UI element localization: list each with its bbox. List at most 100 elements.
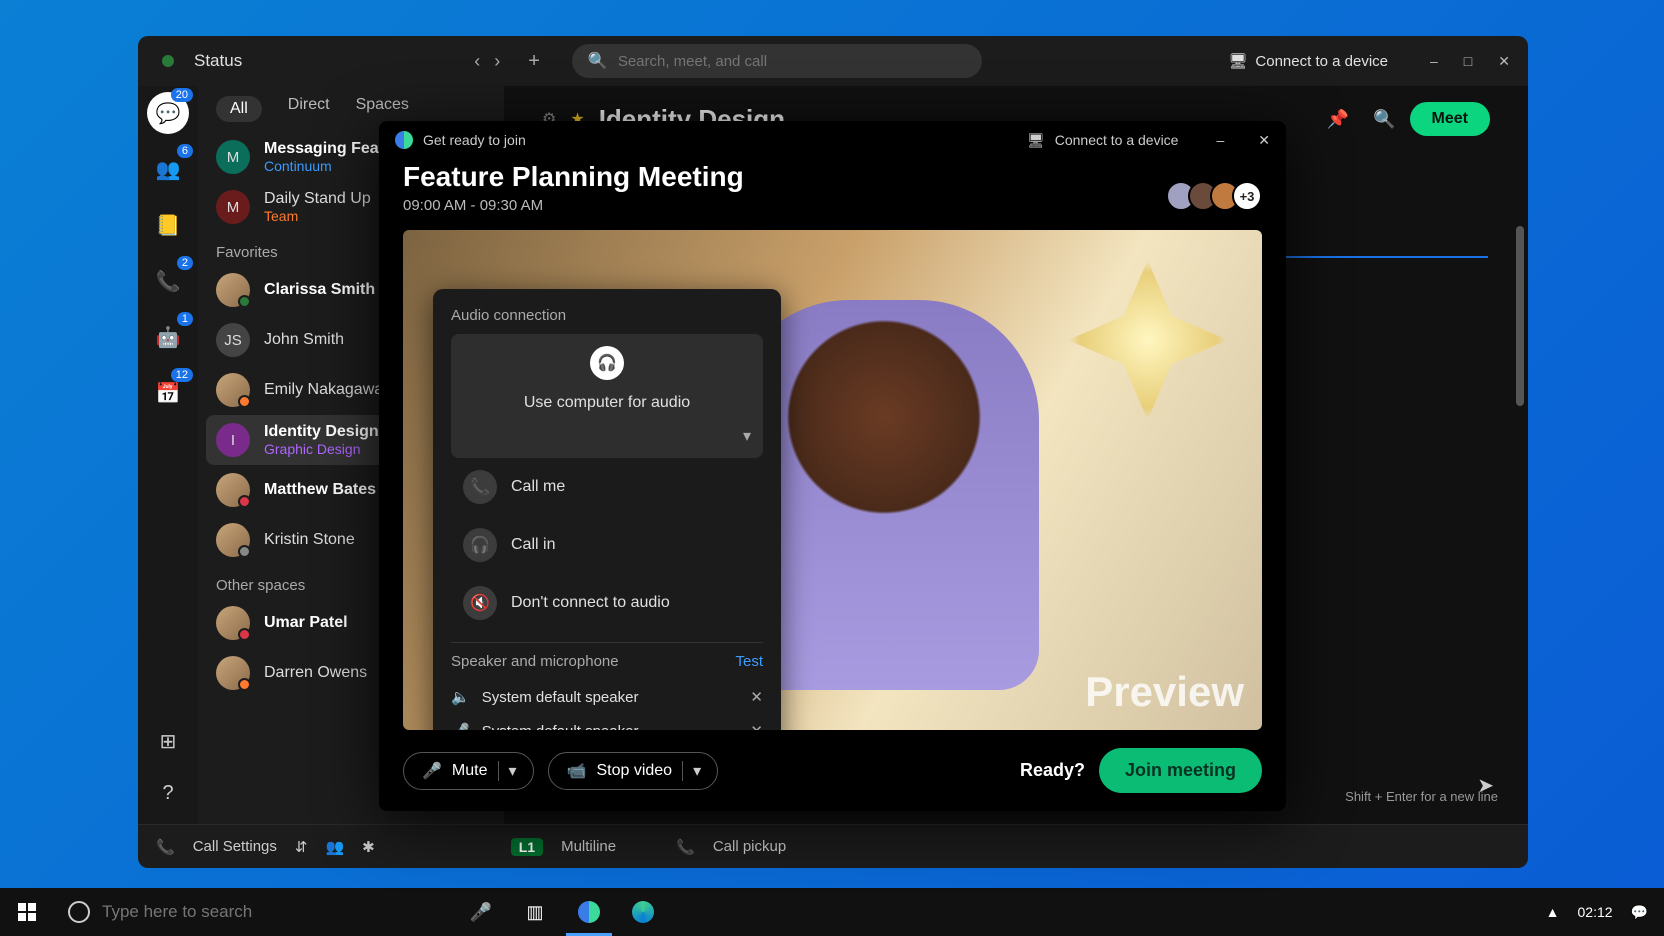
- speaker-row[interactable]: 🔈 System default speaker ✕: [451, 680, 763, 714]
- start-button[interactable]: [0, 903, 54, 921]
- chevron-up-icon[interactable]: ▲: [1546, 904, 1560, 920]
- avatar: JS: [216, 323, 250, 357]
- modal-controls-bar: 🎤 Mute ▾ 📹 Stop video ▾ Ready? Join meet…: [379, 730, 1286, 811]
- clock: 02:12: [1578, 904, 1613, 920]
- meet-button[interactable]: Meet: [1410, 102, 1490, 136]
- audio-option-computer[interactable]: 🎧 Use computer for audio ▾: [451, 334, 763, 458]
- notifications-icon[interactable]: 💬: [1631, 904, 1648, 921]
- calendar-icon: 📅: [156, 381, 181, 406]
- rail-calls[interactable]: 📞 2: [147, 260, 189, 302]
- close-icon[interactable]: ✕: [750, 722, 763, 730]
- stop-video-button[interactable]: 📹 Stop video ▾: [548, 752, 719, 790]
- taskbar-mic-icon[interactable]: 🎤: [454, 888, 508, 936]
- presence-dot: [238, 395, 251, 408]
- rail-apps[interactable]: ⊞: [147, 720, 189, 762]
- line-badge: L1: [511, 838, 543, 856]
- people-icon: 👥: [156, 157, 181, 182]
- bottom-bar: 📞 Call Settings ⇵ 👥 ✱ L1 Multiline 📞 Cal…: [138, 824, 1528, 868]
- item-title: Darren Owens: [264, 664, 367, 682]
- join-meeting-button[interactable]: Join meeting: [1099, 748, 1262, 793]
- item-title: Identity Design: [264, 423, 379, 441]
- scrollbar-thumb[interactable]: [1516, 226, 1524, 406]
- avatar-overflow: +3: [1232, 181, 1262, 211]
- action-icon[interactable]: 👥: [325, 838, 344, 856]
- pin-icon[interactable]: 📌: [1327, 109, 1349, 130]
- rail-messaging[interactable]: 💬 20: [147, 92, 189, 134]
- search-input[interactable]: [618, 53, 966, 70]
- multiline-button[interactable]: Multiline: [561, 838, 616, 855]
- rail-help[interactable]: ?: [147, 772, 189, 814]
- tab-all[interactable]: All: [216, 96, 262, 122]
- taskview-icon[interactable]: ▥: [508, 888, 562, 936]
- close-button[interactable]: ✕: [1498, 53, 1510, 70]
- window-controls: – □ ✕: [1430, 53, 1510, 70]
- item-title: Clarissa Smith: [264, 281, 375, 299]
- new-button[interactable]: +: [528, 50, 540, 73]
- item-subtitle: Team: [264, 208, 371, 224]
- modal-connect-device[interactable]: Connect to a device: [1055, 132, 1179, 148]
- call-settings-button[interactable]: Call Settings: [193, 838, 277, 855]
- device-icon: 🖥: [1228, 52, 1247, 70]
- bot-icon: 🤖: [156, 325, 181, 350]
- item-title: Emily Nakagawa: [264, 381, 383, 399]
- rail-teams[interactable]: 👥 6: [147, 148, 189, 190]
- tab-spaces[interactable]: Spaces: [356, 96, 409, 122]
- headset-icon: 🎧: [590, 346, 624, 380]
- maximize-button[interactable]: □: [1464, 53, 1472, 70]
- participant-avatars[interactable]: +3: [1174, 181, 1262, 211]
- presence-dot: [238, 495, 251, 508]
- meeting-title: Feature Planning Meeting: [403, 161, 1262, 193]
- titlebar: Status ‹ › + 🔍 🖥 Connect to a device – □…: [138, 36, 1528, 86]
- test-link[interactable]: Test: [735, 653, 763, 670]
- mic-icon: 🎤: [451, 722, 470, 730]
- rail-bots[interactable]: 🤖 1: [147, 316, 189, 358]
- avatar: M: [216, 140, 250, 174]
- status-label[interactable]: Status: [194, 51, 242, 71]
- tab-direct[interactable]: Direct: [288, 96, 330, 122]
- nav-arrows: ‹ ›: [474, 51, 500, 72]
- mic-icon: 🎤: [422, 761, 442, 781]
- audio-option-callme[interactable]: 📞 Call me: [451, 458, 763, 516]
- taskbar-search-input[interactable]: [102, 902, 440, 922]
- chat-icon: 💬: [156, 101, 181, 126]
- audio-option-none[interactable]: 🔇 Don't connect to audio: [451, 574, 763, 632]
- chevron-down-icon[interactable]: ▾: [498, 761, 517, 781]
- audio-options-panel: Audio connection 🎧 Use computer for audi…: [433, 289, 781, 730]
- join-meeting-modal: Get ready to join 🖥 Connect to a device …: [379, 121, 1286, 811]
- presence-dot: [238, 678, 251, 691]
- modal-header-bar: Get ready to join 🖥 Connect to a device …: [379, 121, 1286, 149]
- back-button[interactable]: ‹: [474, 51, 480, 72]
- minimize-button[interactable]: –: [1430, 53, 1438, 70]
- modal-minimize-button[interactable]: –: [1216, 132, 1224, 148]
- search-bar[interactable]: 🔍: [572, 44, 982, 78]
- lamp-decoration: [1068, 260, 1228, 420]
- item-title: Daily Stand Up: [264, 190, 371, 208]
- taskbar-search[interactable]: [54, 888, 454, 936]
- modal-close-button[interactable]: ✕: [1258, 132, 1270, 149]
- audio-option-callin[interactable]: 🎧 Call in: [451, 516, 763, 574]
- rail-contacts[interactable]: 📒: [147, 204, 189, 246]
- help-icon: ?: [162, 782, 173, 805]
- meeting-time: 09:00 AM - 09:30 AM: [403, 197, 1262, 214]
- action-icon[interactable]: ✱: [362, 838, 375, 856]
- mute-button[interactable]: 🎤 Mute ▾: [403, 752, 534, 790]
- call-pickup-button[interactable]: Call pickup: [713, 838, 786, 855]
- item-title: Umar Patel: [264, 614, 348, 632]
- ready-label: Ready?: [1020, 760, 1085, 781]
- taskbar-webex[interactable]: [562, 888, 616, 936]
- webex-logo-icon: [395, 131, 413, 149]
- send-icon[interactable]: ➤: [1477, 773, 1494, 798]
- item-subtitle: Graphic Design: [264, 441, 379, 457]
- system-tray[interactable]: ▲ 02:12 💬: [1546, 904, 1664, 921]
- device-icon: 🖥: [1027, 132, 1045, 149]
- microphone-row[interactable]: 🎤 System default speaker ✕: [451, 714, 763, 730]
- action-icon[interactable]: ⇵: [295, 838, 308, 856]
- connect-device-button[interactable]: 🖥 Connect to a device: [1228, 52, 1388, 70]
- chevron-down-icon[interactable]: ▾: [682, 761, 701, 781]
- rail-calendar[interactable]: 📅 12: [147, 372, 189, 414]
- pickup-icon: 📞: [676, 838, 695, 856]
- close-icon[interactable]: ✕: [750, 688, 763, 706]
- taskbar-edge[interactable]: [616, 888, 670, 936]
- space-search-icon[interactable]: 🔍: [1373, 109, 1395, 130]
- forward-button[interactable]: ›: [494, 51, 500, 72]
